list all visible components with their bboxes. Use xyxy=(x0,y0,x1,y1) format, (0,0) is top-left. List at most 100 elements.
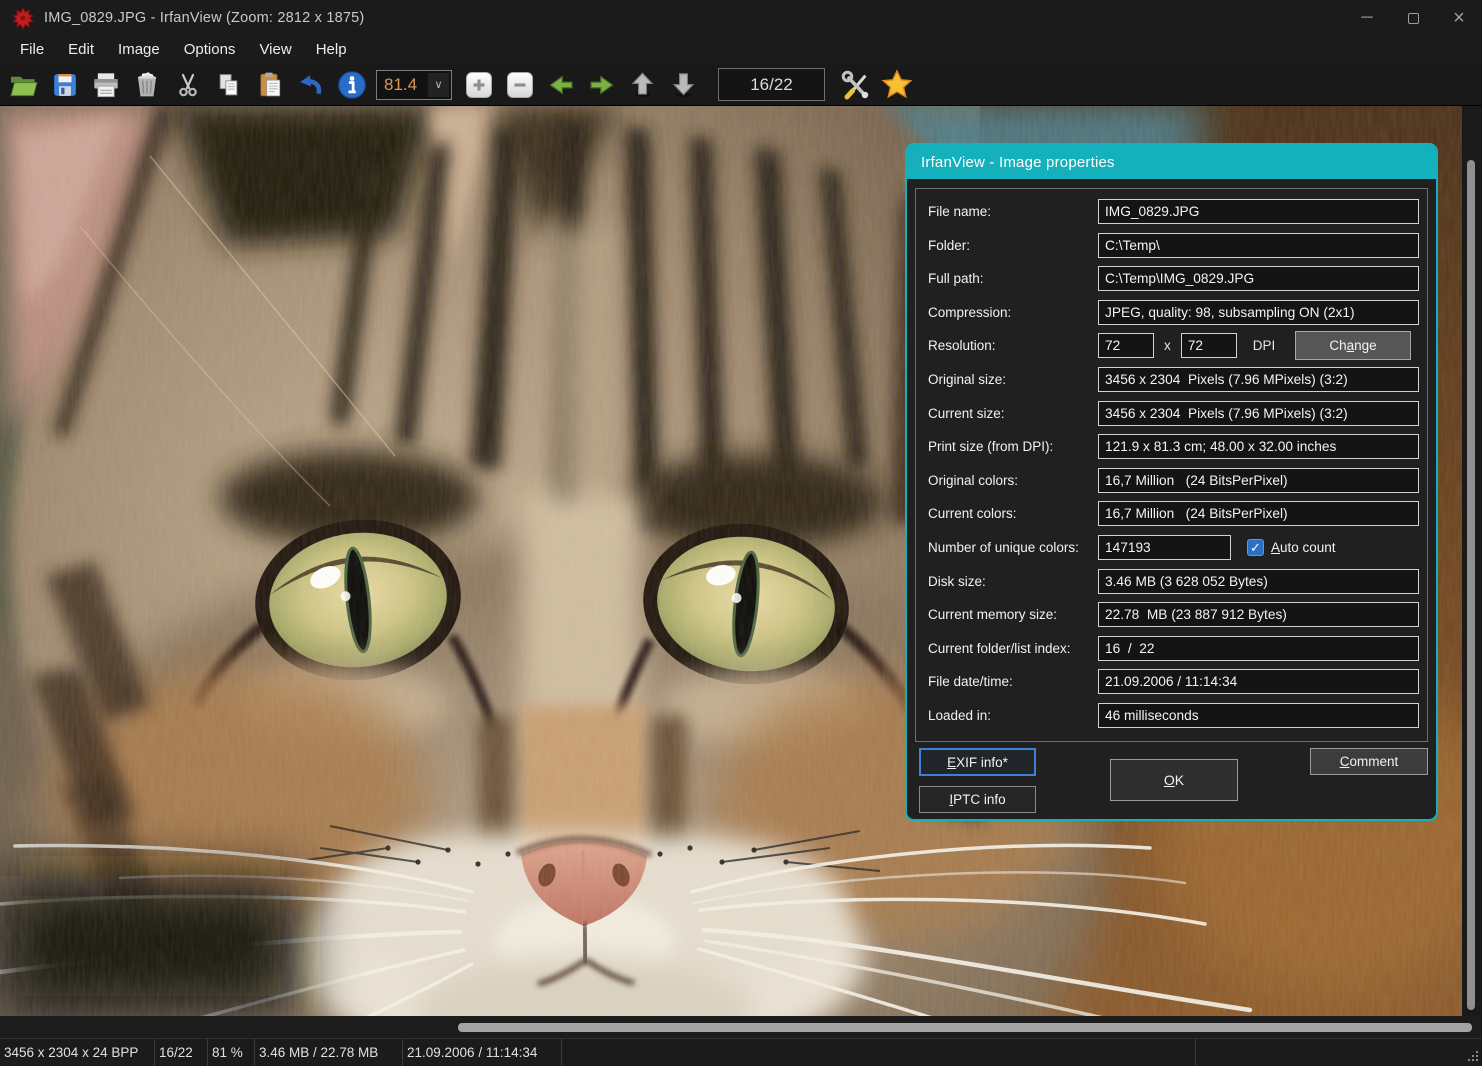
undo-icon xyxy=(297,72,324,98)
horizontal-scrollbar-thumb[interactable] xyxy=(458,1023,1472,1032)
horizontal-scrollbar[interactable] xyxy=(0,1016,1482,1038)
ok-button[interactable]: OK xyxy=(1110,759,1238,801)
print-size-label: Print size (from DPI): xyxy=(928,439,1098,454)
minus-icon xyxy=(512,77,528,93)
unique-colors-label: Number of unique colors: xyxy=(928,540,1098,555)
checkmark-icon: ✓ xyxy=(1250,541,1261,554)
status-bar: 3456 x 2304 x 24 BPP 16/22 81 % 3.46 MB … xyxy=(0,1038,1482,1066)
delete-button[interactable] xyxy=(126,65,167,105)
resolution-separator: x xyxy=(1164,338,1171,353)
close-icon: × xyxy=(1453,7,1465,30)
auto-count-checkbox[interactable]: ✓ xyxy=(1247,539,1264,556)
zoom-in-button[interactable] xyxy=(458,65,499,105)
menu-view[interactable]: View xyxy=(247,36,303,64)
zoom-out-button[interactable] xyxy=(499,65,540,105)
comment-button[interactable]: Comment xyxy=(1310,748,1428,775)
print-button[interactable] xyxy=(85,65,126,105)
change-button[interactable]: Change xyxy=(1295,331,1411,360)
star-icon xyxy=(881,69,913,101)
image-counter: 16/22 xyxy=(718,68,825,101)
original-size-label: Original size: xyxy=(928,372,1098,387)
print-size-value: 121.9 x 81.3 cm; 48.00 x 32.00 inches xyxy=(1098,434,1419,459)
menu-bar: File Edit Image Options View Help xyxy=(0,36,1482,64)
resolution-y-input[interactable]: 72 xyxy=(1181,333,1237,358)
arrow-down-icon xyxy=(670,71,697,98)
dpi-label: DPI xyxy=(1253,338,1276,353)
tools-icon xyxy=(841,70,871,100)
menu-edit[interactable]: Edit xyxy=(56,36,106,64)
save-button[interactable] xyxy=(44,65,85,105)
copy-icon xyxy=(216,72,241,98)
exif-info-button[interactable]: EXIF info* xyxy=(919,748,1036,776)
properties-group: File name: IMG_0829.JPG Folder: C:\Temp\… xyxy=(915,188,1428,742)
close-button[interactable]: × xyxy=(1436,0,1482,36)
chevron-down-icon[interactable]: ∨ xyxy=(428,73,449,97)
folder-value: C:\Temp\ xyxy=(1098,233,1419,258)
original-size-value: 3456 x 2304 Pixels (7.96 MPixels) (3:2) xyxy=(1098,367,1419,392)
file-name-value: IMG_0829.JPG xyxy=(1098,199,1419,224)
title-bar: IMG_0829.JPG - IrfanView (Zoom: 2812 x 1… xyxy=(0,0,1482,36)
info-button[interactable] xyxy=(331,65,372,105)
copy-button[interactable] xyxy=(208,65,249,105)
unique-colors-input[interactable]: 147193 xyxy=(1098,535,1231,560)
dialog-title-bar[interactable]: IrfanView - Image properties xyxy=(907,145,1436,179)
undo-button[interactable] xyxy=(290,65,331,105)
scissors-icon xyxy=(176,72,200,98)
previous-image-button[interactable] xyxy=(540,65,581,105)
folder-index-value: 16 / 22 xyxy=(1098,636,1419,661)
folder-label: Folder: xyxy=(928,238,1098,253)
memory-size-value: 22.78 MB (23 887 912 Bytes) xyxy=(1098,602,1419,627)
resolution-x-input[interactable]: 72 xyxy=(1098,333,1154,358)
status-dimensions: 3456 x 2304 x 24 BPP xyxy=(0,1039,155,1066)
file-datetime-label: File date/time: xyxy=(928,674,1098,689)
minimize-button[interactable]: ─ xyxy=(1344,0,1390,36)
original-colors-label: Original colors: xyxy=(928,473,1098,488)
menu-options[interactable]: Options xyxy=(172,36,248,64)
cut-button[interactable] xyxy=(167,65,208,105)
iptc-info-button[interactable]: IPTC info xyxy=(919,786,1036,813)
current-size-value: 3456 x 2304 Pixels (7.96 MPixels) (3:2) xyxy=(1098,401,1419,426)
memory-size-label: Current memory size: xyxy=(928,607,1098,622)
disk-size-label: Disk size: xyxy=(928,574,1098,589)
loaded-in-value: 46 milliseconds xyxy=(1098,703,1419,728)
zoom-combobox[interactable]: 81.4 ∨ xyxy=(376,70,452,100)
maximize-button[interactable] xyxy=(1390,0,1436,36)
maximize-icon xyxy=(1408,13,1419,24)
loaded-in-label: Loaded in: xyxy=(928,708,1098,723)
current-size-label: Current size: xyxy=(928,406,1098,421)
toolbar: 81.4 ∨ xyxy=(0,64,1482,106)
print-icon xyxy=(92,72,120,98)
open-button[interactable] xyxy=(3,65,44,105)
vertical-scrollbar-thumb[interactable] xyxy=(1467,160,1475,1010)
resize-grip[interactable] xyxy=(1467,1051,1479,1063)
zoom-value: 81.4 xyxy=(377,75,428,95)
plus-icon xyxy=(471,77,487,93)
full-path-label: Full path: xyxy=(928,271,1098,286)
auto-count-label[interactable]: Auto count xyxy=(1271,540,1336,555)
folder-index-label: Current folder/list index: xyxy=(928,641,1098,656)
menu-image[interactable]: Image xyxy=(106,36,172,64)
tools-button[interactable] xyxy=(835,65,876,105)
dialog-title: IrfanView - Image properties xyxy=(921,154,1115,171)
paste-button[interactable] xyxy=(249,65,290,105)
status-filesize: 3.46 MB / 22.78 MB xyxy=(255,1039,403,1066)
current-colors-label: Current colors: xyxy=(928,506,1098,521)
minimize-icon: ─ xyxy=(1361,9,1372,27)
menu-help[interactable]: Help xyxy=(304,36,359,64)
last-image-button[interactable] xyxy=(663,65,704,105)
next-image-button[interactable] xyxy=(581,65,622,105)
compression-value: JPEG, quality: 98, subsampling ON (2x1) xyxy=(1098,300,1419,325)
arrow-right-icon xyxy=(588,72,616,98)
save-icon xyxy=(52,72,78,98)
file-name-label: File name: xyxy=(928,204,1098,219)
open-folder-icon xyxy=(9,72,39,98)
irfanview-window: IMG_0829.JPG - IrfanView (Zoom: 2812 x 1… xyxy=(0,0,1482,1066)
first-image-button[interactable] xyxy=(622,65,663,105)
vertical-scrollbar[interactable] xyxy=(1462,106,1482,1016)
menu-file[interactable]: File xyxy=(8,36,56,64)
favorites-button[interactable] xyxy=(876,65,917,105)
status-zoom: 81 % xyxy=(208,1039,255,1066)
paste-icon xyxy=(257,71,283,98)
status-empty xyxy=(562,1039,1196,1066)
status-empty-end xyxy=(1196,1039,1482,1066)
